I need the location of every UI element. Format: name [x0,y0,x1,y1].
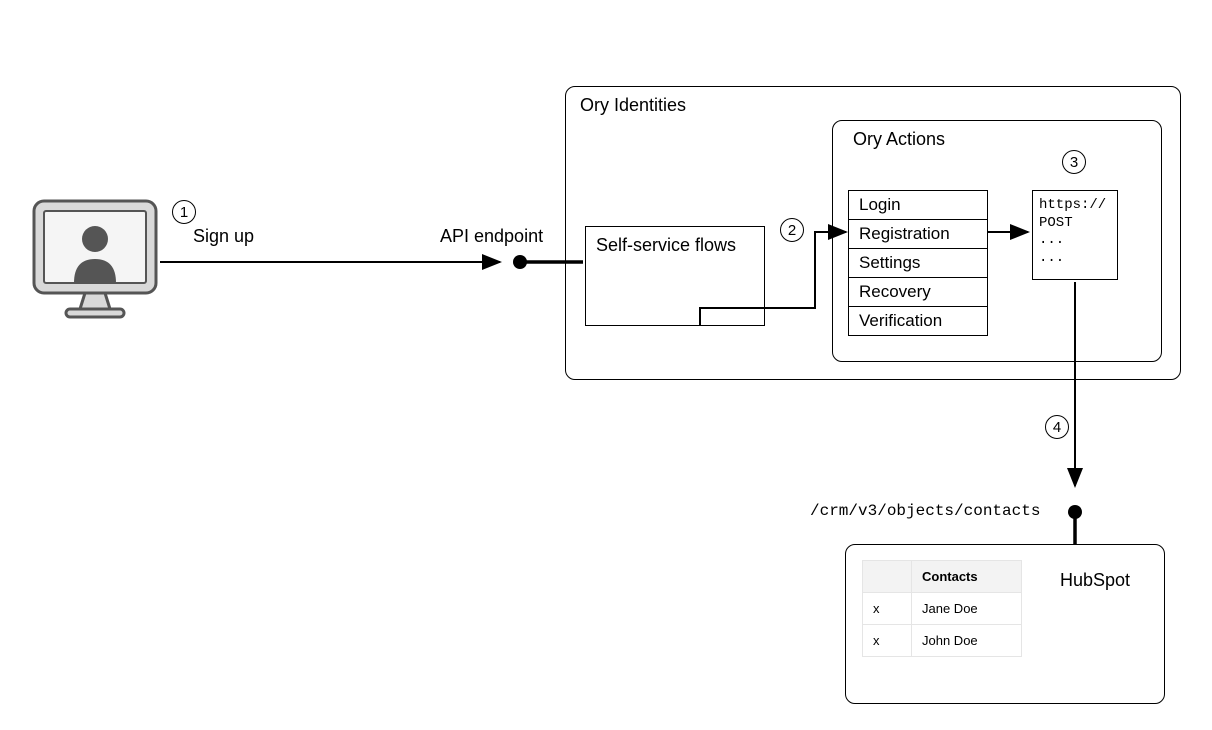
contacts-r1-x: x [863,593,912,625]
self-service-flows-box: Self-service flows [585,226,765,326]
action-row-verification: Verification [849,307,987,335]
step-3-marker: 3 [1062,150,1086,174]
table-row: x Jane Doe [863,593,1022,625]
webhook-code-box: https:// POST ... ... [1032,190,1118,280]
contacts-r2-name: John Doe [912,625,1022,657]
signup-label: Sign up [193,226,254,247]
self-service-label: Self-service flows [596,235,736,255]
contacts-header: Contacts [912,561,1022,593]
action-row-registration: Registration [849,220,987,249]
action-row-login: Login [849,191,987,220]
user-monitor-icon [30,195,160,325]
step-2-marker: 2 [780,218,804,242]
ory-identities-title: Ory Identities [580,95,686,116]
contacts-table: Contacts x Jane Doe x John Doe [862,560,1022,657]
table-row: x John Doe [863,625,1022,657]
ory-actions-title: Ory Actions [853,129,945,150]
api-endpoint-label: API endpoint [440,226,543,247]
action-row-settings: Settings [849,249,987,278]
step-4-marker: 4 [1045,415,1069,439]
hubspot-title: HubSpot [1060,570,1130,591]
contacts-r2-x: x [863,625,912,657]
contacts-r1-name: Jane Doe [912,593,1022,625]
action-row-recovery: Recovery [849,278,987,307]
diagram-canvas: Ory Identities Self-service flows Ory Ac… [0,0,1212,730]
action-flows-list: Login Registration Settings Recovery Ver… [848,190,988,336]
crm-path-label: /crm/v3/objects/contacts [810,502,1040,520]
contacts-header-blank [863,561,912,593]
step-1-marker: 1 [172,200,196,224]
